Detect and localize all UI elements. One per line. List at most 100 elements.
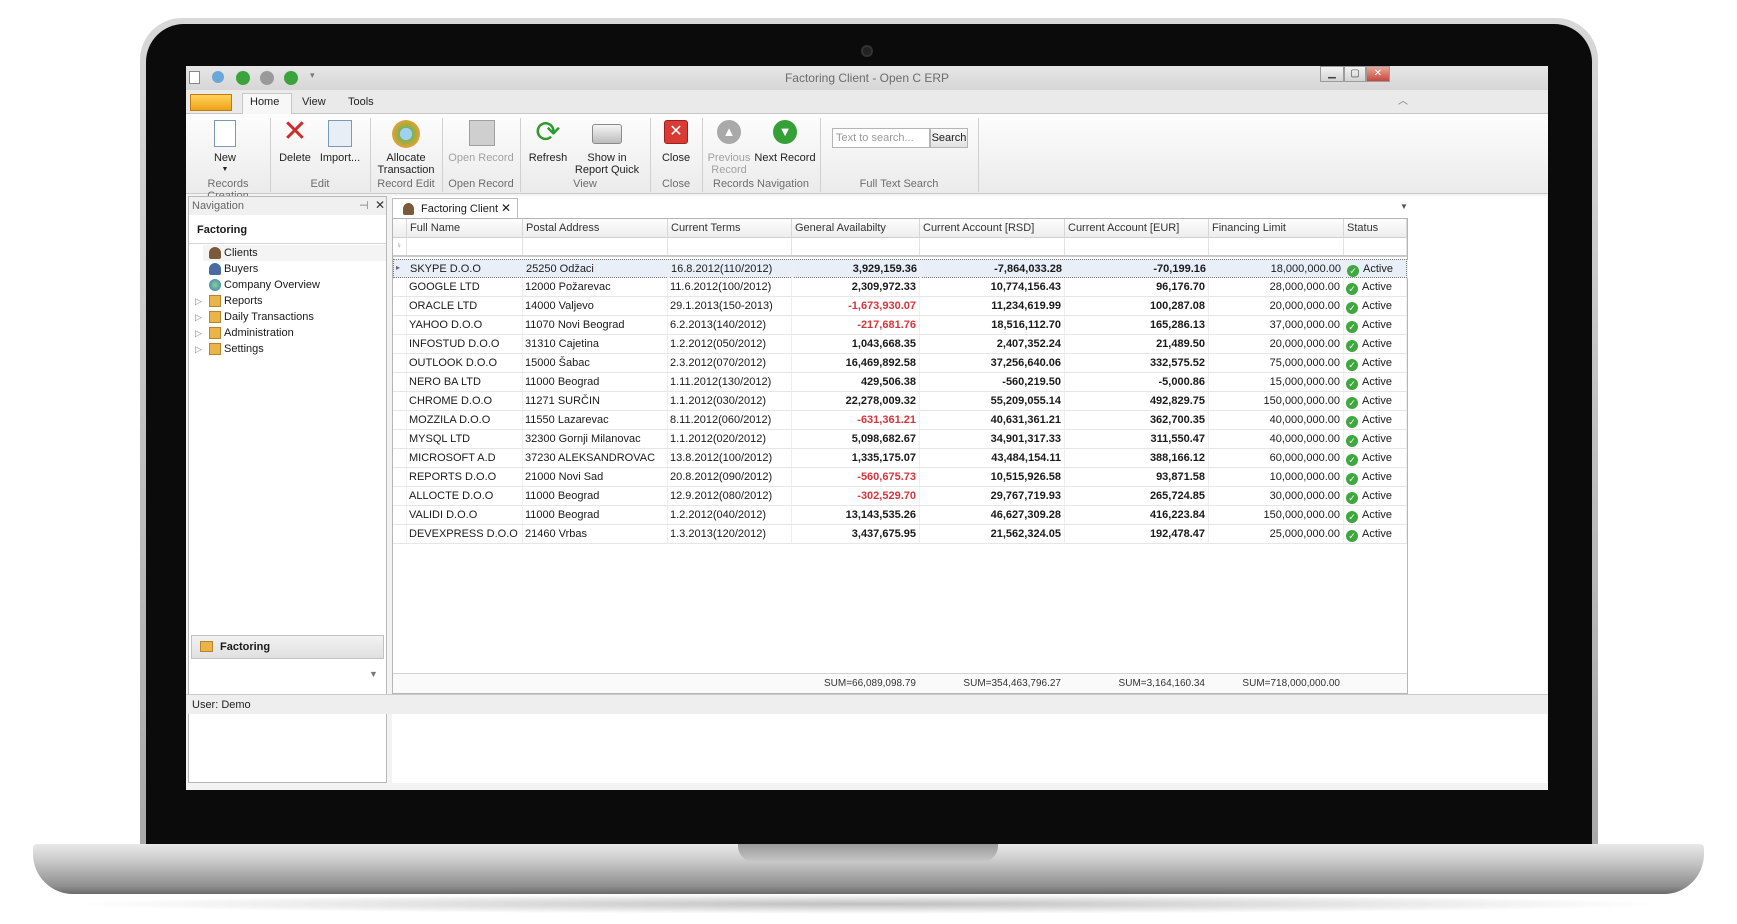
cell-general-availability[interactable]: -631,361.21 [792, 411, 920, 429]
cell-postal-address[interactable]: 21460 Vrbas [523, 525, 668, 543]
cell-financing-limit[interactable]: 37,000,000.00 [1209, 316, 1344, 334]
close-tab-icon[interactable]: ✕ [501, 201, 511, 215]
expand-icon[interactable]: ▷ [195, 293, 202, 309]
cell-status[interactable]: ✓ Active [1344, 278, 1407, 296]
cell-general-availability[interactable]: 5,098,682.67 [792, 430, 920, 448]
cell-current-account-eur[interactable]: -5,000.86 [1065, 373, 1209, 391]
cell-current-terms[interactable]: 8.11.2012(060/2012) [668, 411, 792, 429]
cell-general-availability[interactable]: 2,309,972.33 [792, 278, 920, 296]
cell-full-name[interactable]: MICROSOFT A.D [407, 449, 523, 467]
filter-cell[interactable] [1344, 238, 1407, 255]
cell-general-availability[interactable]: 429,506.38 [792, 373, 920, 391]
cell-postal-address[interactable]: 11550 Lazarevac [523, 411, 668, 429]
cell-general-availability[interactable]: 3,437,675.95 [792, 525, 920, 543]
cell-status[interactable]: ✓ Active [1344, 449, 1407, 467]
cell-full-name[interactable]: GOOGLE LTD [407, 278, 523, 296]
expand-icon[interactable]: ▷ [195, 341, 202, 357]
tab-tools[interactable]: Tools [348, 96, 374, 108]
cell-status[interactable]: ✓ Active [1344, 373, 1407, 391]
cell-general-availability[interactable]: -1,673,930.07 [792, 297, 920, 315]
tab-home-label[interactable]: Home [250, 96, 279, 108]
filter-cell[interactable] [523, 238, 668, 255]
cell-financing-limit[interactable]: 18,000,000.00 [1210, 260, 1345, 278]
cell-general-availability[interactable]: 16,469,892.58 [792, 354, 920, 372]
cell-current-terms[interactable]: 6.2.2013(140/2012) [668, 316, 792, 334]
cell-current-account-eur[interactable]: -70,199.16 [1066, 260, 1210, 278]
cell-current-account-rsd[interactable]: 10,515,926.58 [920, 468, 1065, 486]
cell-current-account-rsd[interactable]: 18,516,112.70 [920, 316, 1065, 334]
cell-current-terms[interactable]: 20.8.2012(090/2012) [668, 468, 792, 486]
column-header-status[interactable]: Status [1344, 219, 1407, 238]
cell-financing-limit[interactable]: 10,000,000.00 [1209, 468, 1344, 486]
cell-current-account-eur[interactable]: 165,286.13 [1065, 316, 1209, 334]
cell-full-name[interactable]: DEVEXPRESS D.O.O [407, 525, 523, 543]
cell-current-account-rsd[interactable]: 43,484,154.11 [920, 449, 1065, 467]
cell-postal-address[interactable]: 12000 Požarevac [523, 278, 668, 296]
cell-current-account-rsd[interactable]: 34,901,317.33 [920, 430, 1065, 448]
cell-postal-address[interactable]: 21000 Novi Sad [523, 468, 668, 486]
cell-financing-limit[interactable]: 20,000,000.00 [1209, 335, 1344, 353]
table-row[interactable]: MICROSOFT A.D 37230 ALEKSANDROVAC 13.8.201… [393, 449, 1407, 468]
table-row[interactable]: MYSQL LTD 32300 Gornji Milanovac 1.1.2012(… [393, 430, 1407, 449]
cell-postal-address[interactable]: 11271 SURČIN [523, 392, 668, 410]
cell-general-availability[interactable]: -560,675.73 [792, 468, 920, 486]
column-header-general-availability[interactable]: General Availabilty [792, 219, 920, 238]
filter-cell[interactable] [920, 238, 1065, 255]
cell-current-terms[interactable]: 1.3.2013(120/2012) [668, 525, 792, 543]
cell-current-account-eur[interactable]: 311,550.47 [1065, 430, 1209, 448]
cell-status[interactable]: ✓ Active [1344, 430, 1407, 448]
cell-status[interactable]: ✓ Active [1344, 316, 1407, 334]
cell-current-account-rsd[interactable]: -560,219.50 [920, 373, 1065, 391]
column-header-financing-limit[interactable]: Financing Limit [1209, 219, 1344, 238]
cell-status[interactable]: ✓ Active [1344, 411, 1407, 429]
cell-current-terms[interactable]: 1.1.2012(030/2012) [668, 392, 792, 410]
cell-current-terms[interactable]: 1.2.2012(050/2012) [668, 335, 792, 353]
cell-current-terms[interactable]: 16.8.2012(110/2012) [669, 260, 793, 278]
cell-full-name[interactable]: REPORTS D.O.O [407, 468, 523, 486]
cell-current-account-rsd[interactable]: 46,627,309.28 [920, 506, 1065, 524]
cell-status[interactable]: ✓ Active [1344, 335, 1407, 353]
table-row[interactable]: YAHOO D.O.O 11070 Novi Beograd 6.2.2013(14… [393, 316, 1407, 335]
cell-status[interactable]: ✓ Active [1345, 260, 1408, 278]
cell-postal-address[interactable]: 37230 ALEKSANDROVAC [523, 449, 668, 467]
cell-current-terms[interactable]: 1.1.2012(020/2012) [668, 430, 792, 448]
table-row[interactable]: DEVEXPRESS D.O.O 21460 Vrbas 1.3.2013(120/… [393, 525, 1407, 544]
cell-general-availability[interactable]: 3,929,159.36 [793, 260, 921, 278]
cell-postal-address[interactable]: 11000 Beograd [523, 373, 668, 391]
column-header-current-account-eur[interactable]: Current Account [EUR] [1065, 219, 1209, 238]
close-window-button[interactable]: ✕ [1366, 66, 1390, 82]
filter-cell[interactable] [407, 238, 523, 255]
cell-current-account-rsd[interactable]: 10,774,156.43 [920, 278, 1065, 296]
cell-current-terms[interactable]: 29.1.2013(150-2013) [668, 297, 792, 315]
cell-general-availability[interactable]: -217,681.76 [792, 316, 920, 334]
filter-cell[interactable] [1209, 238, 1344, 255]
collapse-ribbon-icon[interactable]: ︿ [1398, 92, 1408, 107]
pin-icon[interactable]: ⊣ [359, 199, 369, 212]
cell-postal-address[interactable]: 32300 Gornji Milanovac [523, 430, 668, 448]
app-menu-button[interactable] [190, 94, 232, 111]
close-pane-icon[interactable]: ✕ [375, 198, 385, 212]
cell-general-availability[interactable]: 1,335,175.07 [792, 449, 920, 467]
nav-item-daily-transactions[interactable]: ▷ Daily Transactions [195, 309, 386, 325]
cell-financing-limit[interactable]: 75,000,000.00 [1209, 354, 1344, 372]
expand-icon[interactable]: ▷ [195, 325, 202, 341]
column-header-current-account-rsd[interactable]: Current Account [RSD] [920, 219, 1065, 238]
cell-current-account-eur[interactable]: 93,871.58 [1065, 468, 1209, 486]
cell-current-account-rsd[interactable]: 37,256,640.06 [920, 354, 1065, 372]
cell-financing-limit[interactable]: 60,000,000.00 [1209, 449, 1344, 467]
table-row[interactable]: ALLOCTE D.O.O 11000 Beograd 12.9.2012(080/… [393, 487, 1407, 506]
table-row[interactable]: GOOGLE LTD 12000 Požarevac 11.6.2012(100/2… [393, 278, 1407, 297]
cell-status[interactable]: ✓ Active [1344, 525, 1407, 543]
cell-full-name[interactable]: INFOSTUD D.O.O [407, 335, 523, 353]
cell-current-account-rsd[interactable]: 40,631,361.21 [920, 411, 1065, 429]
cell-full-name[interactable]: MOZZILA D.O.O [407, 411, 523, 429]
cell-full-name[interactable]: SKYPE D.O.O [408, 260, 524, 278]
column-header-current-terms[interactable]: Current Terms [668, 219, 792, 238]
cell-financing-limit[interactable]: 25,000,000.00 [1209, 525, 1344, 543]
cell-current-account-rsd[interactable]: 21,562,324.05 [920, 525, 1065, 543]
cell-current-account-eur[interactable]: 492,829.75 [1065, 392, 1209, 410]
cell-current-account-eur[interactable]: 362,700.35 [1065, 411, 1209, 429]
search-button[interactable]: Search [930, 128, 968, 148]
table-row[interactable]: ORACLE LTD 14000 Valjevo 29.1.2013(150-201… [393, 297, 1407, 316]
cell-financing-limit[interactable]: 40,000,000.00 [1209, 430, 1344, 448]
